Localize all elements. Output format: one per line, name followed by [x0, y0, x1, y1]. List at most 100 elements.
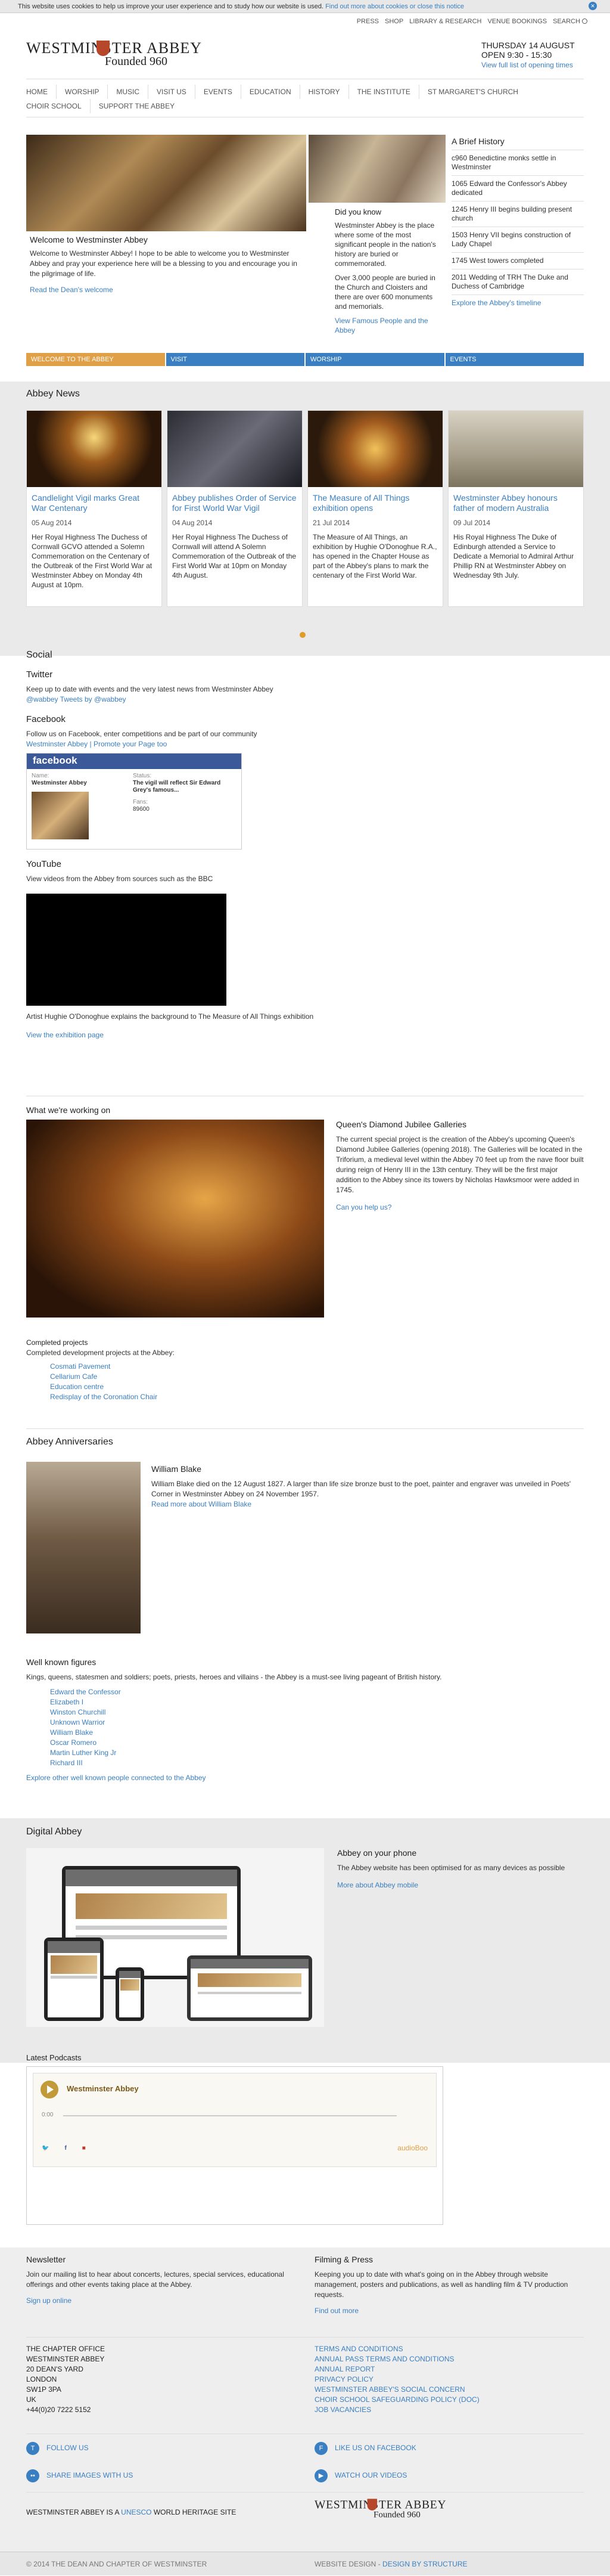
project-link[interactable]: Cellarium Cafe: [50, 1372, 97, 1381]
facebook-link[interactable]: Westminster Abbey | Promote your Page to…: [26, 740, 167, 748]
footer-link[interactable]: TERMS AND CONDITIONS: [315, 2345, 403, 2353]
cookie-link[interactable]: Find out more about cookies or: [325, 3, 416, 10]
anniversaries-section: Abbey Anniversaries William Blake Willia…: [26, 1437, 584, 1633]
tab-worship[interactable]: WORSHIP: [304, 353, 444, 366]
youtube-video-player[interactable]: [26, 894, 226, 1006]
footer-link[interactable]: ANNUAL REPORT: [315, 2365, 375, 2373]
news-list: Candlelight Vigil marks Great War Centen…: [26, 410, 584, 607]
news-card[interactable]: Westminster Abbey honours father of mode…: [448, 410, 584, 607]
nav-home[interactable]: HOME: [26, 85, 57, 99]
nav-venue[interactable]: VENUE BOOKINGS: [487, 18, 547, 25]
news-card[interactable]: The Measure of All Things exhibition ope…: [307, 410, 443, 607]
figure-link[interactable]: William Blake: [50, 1728, 93, 1737]
cookie-close-link[interactable]: close this notice: [418, 3, 464, 10]
twitter-icon[interactable]: 🐦: [42, 2145, 49, 2152]
footer-link[interactable]: WESTMINSTER ABBEY'S SOCIAL CONCERN: [315, 2385, 465, 2394]
nav-shop[interactable]: SHOP: [385, 18, 403, 25]
opening-times-link[interactable]: View full list of opening times: [481, 61, 573, 69]
nav-institute[interactable]: THE INSTITUTE: [357, 85, 419, 99]
heritage-text: WESTMINSTER ABBEY IS A: [26, 2508, 119, 2516]
figure-link[interactable]: Richard III: [50, 1759, 83, 1767]
timeline-link[interactable]: Explore the Abbey's timeline: [452, 299, 541, 307]
share-icon[interactable]: ■: [82, 2145, 86, 2152]
search-icon[interactable]: [582, 18, 587, 24]
footer-link[interactable]: JOB VACANCIES: [315, 2405, 371, 2414]
like-link[interactable]: LIKE US ON FACEBOOK: [335, 2444, 416, 2452]
share-link[interactable]: SHARE IMAGES WITH US: [46, 2471, 133, 2479]
unesco-link[interactable]: UNESCO: [121, 2508, 151, 2516]
podcast-progress-bar[interactable]: [63, 2115, 397, 2116]
tab-visit[interactable]: VISIT: [164, 353, 304, 366]
design-credit-link[interactable]: DESIGN BY STRUCTURE: [382, 2560, 467, 2568]
figure-link[interactable]: Unknown Warrior: [50, 1718, 105, 1726]
tab-welcome[interactable]: WELCOME TO THE ABBEY: [26, 353, 165, 366]
nav-st-margarets[interactable]: ST MARGARET'S CHURCH: [428, 85, 527, 99]
figure-link[interactable]: Martin Luther King Jr: [50, 1749, 116, 1757]
nav-worship[interactable]: WORSHIP: [65, 85, 108, 99]
project-link[interactable]: Redisplay of the Coronation Chair: [50, 1393, 157, 1401]
watch-videos[interactable]: ▶ WATCH OUR VIDEOS: [315, 2469, 407, 2482]
working-on-section: What we're working on Queen's Diamond Ju…: [26, 1105, 584, 1318]
tab-events[interactable]: EVENTS: [444, 353, 584, 366]
nav-education[interactable]: EDUCATION: [250, 85, 300, 99]
twitter-link[interactable]: @wabbey Tweets by @wabbey: [26, 695, 126, 703]
news-title[interactable]: The Measure of All Things exhibition ope…: [313, 493, 438, 513]
facebook-icon[interactable]: f: [64, 2145, 66, 2152]
social-section: Social Twitter Keep up to date with even…: [26, 650, 584, 1040]
carousel-dot[interactable]: [300, 632, 306, 638]
mobile-link[interactable]: More about Abbey mobile: [337, 1880, 587, 1890]
news-card[interactable]: Abbey publishes Order of Service for Fir…: [167, 410, 303, 607]
nav-events[interactable]: EVENTS: [204, 85, 241, 99]
project-link[interactable]: Cosmati Pavement: [50, 1362, 110, 1371]
news-title[interactable]: Candlelight Vigil marks Great War Centen…: [32, 493, 157, 513]
famous-people-link[interactable]: View Famous People and the Abbey: [335, 317, 428, 334]
footer-link[interactable]: ANNUAL PASS TERMS AND CONDITIONS: [315, 2355, 455, 2363]
signup-link[interactable]: Sign up online: [26, 2296, 288, 2306]
figure-link[interactable]: Winston Churchill: [50, 1708, 105, 1716]
podcast-player: Westminster Abbey 0:00 🐦 f ■ audioBoo: [26, 2066, 443, 2225]
news-title[interactable]: Westminster Abbey honours father of mode…: [453, 493, 578, 513]
anniversary-body: William Blake died on the 12 August 1827…: [151, 1480, 571, 1498]
explore-people-link[interactable]: Explore other well known people connecte…: [26, 1774, 206, 1782]
follow-link[interactable]: FOLLOW US: [46, 2444, 89, 2452]
play-icon[interactable]: [41, 2081, 58, 2098]
audioboo-logo[interactable]: audioBoo: [397, 2144, 428, 2152]
figure-link[interactable]: Elizabeth I: [50, 1698, 83, 1706]
watch-link[interactable]: WATCH OUR VIDEOS: [335, 2471, 407, 2479]
project-link[interactable]: Education centre: [50, 1382, 104, 1391]
news-date: 05 Aug 2014: [32, 519, 72, 527]
main-nav-row: HOME WORSHIP MUSIC VISIT US EVENTS EDUCA…: [26, 85, 584, 99]
did-you-know-title: Did you know: [335, 207, 382, 216]
help-us-link[interactable]: Can you help us?: [336, 1202, 584, 1213]
nav-support[interactable]: SUPPORT THE ABBEY: [99, 99, 183, 113]
nav-visit[interactable]: VISIT US: [157, 85, 195, 99]
dean-welcome-link[interactable]: Read the Dean's welcome: [30, 285, 304, 295]
fb-name: Westminster Abbey: [32, 780, 87, 786]
blake-link[interactable]: Read more about William Blake: [151, 1500, 251, 1508]
exhibition-link[interactable]: View the exhibition page: [26, 1030, 584, 1040]
site-logo[interactable]: WESTMINSTER ABBEY Founded 960: [26, 39, 202, 69]
podcasts-section: Latest Podcasts Westminster Abbey 0:00 🐦…: [26, 2053, 584, 2225]
facebook-widget[interactable]: facebook Name: Westminster Abbey Status:…: [26, 753, 242, 850]
nav-press[interactable]: PRESS: [357, 18, 379, 25]
filming-heading: Filming & Press: [315, 2255, 374, 2264]
share-images[interactable]: •• SHARE IMAGES WITH US: [26, 2469, 133, 2482]
filming-link[interactable]: Find out more: [315, 2306, 577, 2316]
news-card[interactable]: Candlelight Vigil marks Great War Centen…: [26, 410, 162, 607]
blake-bust-image: [26, 1462, 141, 1633]
nav-search[interactable]: SEARCH: [553, 18, 587, 25]
footer-logo[interactable]: WESTMINSTER ABBEY Founded 960: [315, 2498, 446, 2520]
figure-link[interactable]: Edward the Confessor: [50, 1688, 121, 1696]
like-facebook[interactable]: f LIKE US ON FACEBOOK: [315, 2442, 416, 2455]
nav-history[interactable]: HISTORY: [309, 85, 349, 99]
nav-choir-school[interactable]: CHOIR SCHOOL: [26, 99, 91, 113]
cookie-text: This website uses cookies to help us imp…: [18, 3, 323, 10]
close-icon[interactable]: ✕: [589, 2, 597, 10]
figure-link[interactable]: Oscar Romero: [50, 1738, 97, 1747]
footer-link[interactable]: CHOIR SCHOOL SAFEGUARDING POLICY (DOC): [315, 2395, 480, 2404]
nav-music[interactable]: MUSIC: [116, 85, 149, 99]
follow-us[interactable]: t FOLLOW US: [26, 2442, 89, 2455]
nav-library[interactable]: LIBRARY & RESEARCH: [409, 18, 481, 25]
footer-link[interactable]: PRIVACY POLICY: [315, 2375, 374, 2383]
news-title[interactable]: Abbey publishes Order of Service for Fir…: [172, 493, 297, 513]
